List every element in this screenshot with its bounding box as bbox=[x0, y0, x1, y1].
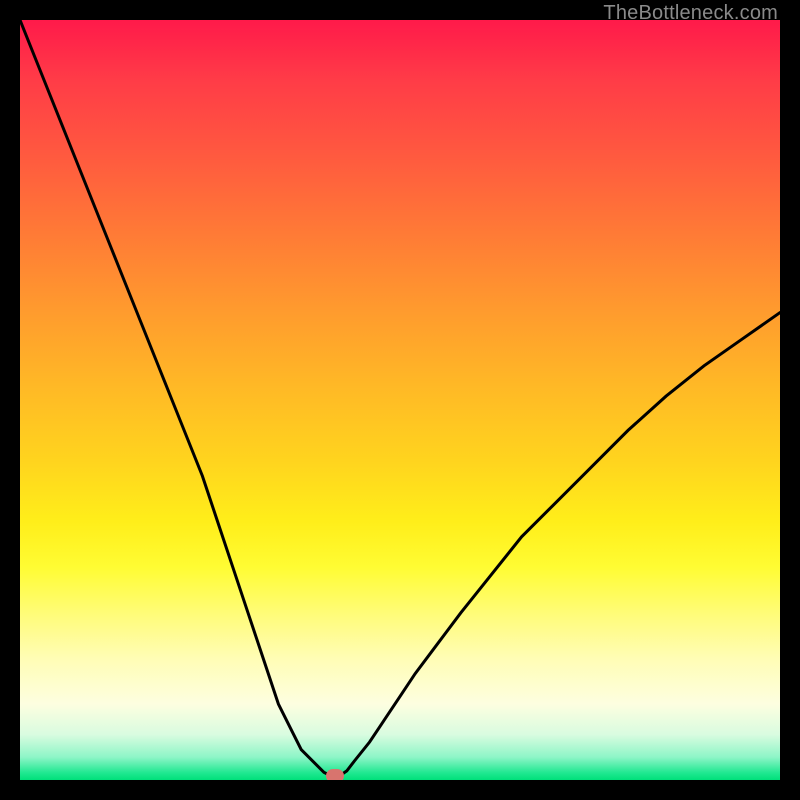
bottleneck-curve bbox=[20, 20, 780, 780]
chart-frame: TheBottleneck.com bbox=[0, 0, 800, 800]
optimal-point-marker bbox=[326, 769, 344, 780]
plot-area bbox=[20, 20, 780, 780]
watermark-label: TheBottleneck.com bbox=[603, 2, 778, 25]
